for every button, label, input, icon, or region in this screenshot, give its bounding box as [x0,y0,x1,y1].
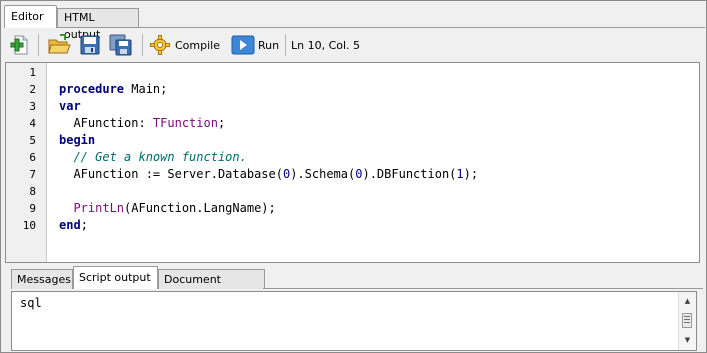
code-token: ; [217,116,226,130]
tab-divider [57,27,705,28]
code-token: Main; [124,82,168,96]
gear-icon [150,35,170,55]
code-line: AFunction: TFunction; [59,115,478,132]
run-button[interactable]: Run [231,33,279,57]
code-line: var [59,98,478,115]
play-icon [231,35,255,55]
code-line: begin [59,132,478,149]
code-token: AFunction := Server.Database( [59,167,283,181]
output-text: sql [20,296,42,310]
code-line: // Get a known function. [59,149,478,166]
code-token: // Get a known function. [59,150,247,164]
line-number: 7 [29,168,36,181]
scroll-down-icon[interactable]: ▼ [679,333,696,348]
line-number: 5 [29,134,36,147]
save-all-icon [109,34,132,56]
toolbar-separator [142,34,143,56]
line-number: 4 [29,117,36,130]
save-button[interactable] [79,33,101,57]
code-line: AFunction := Server.Database(0).Schema(0… [59,166,478,183]
toolbar-separator [285,34,286,56]
toolbar: Compile Run Ln 10, Col. 5 [5,29,704,61]
line-number: 1 [29,66,36,79]
open-button[interactable] [47,33,71,57]
line-number: 3 [29,100,36,113]
tab-messages[interactable]: Messages [11,269,73,289]
tab-script-output[interactable]: Script output [73,266,158,289]
code-editor[interactable]: 1 2 3 4 5 6 7 8 9 10 procedure Main; var AFunction… [5,62,700,263]
save-all-button[interactable] [109,33,133,57]
toolbar-separator [38,34,39,56]
cursor-position: Ln 10, Col. 5 [291,39,361,52]
tab-divider [263,288,703,289]
code-token: 1 [456,167,464,181]
code-token: begin [59,133,96,147]
code-token: PrintLn [73,201,125,215]
tab-document-settings[interactable]: Document settings [158,269,265,305]
line-number: 8 [29,185,36,198]
tab-editor[interactable]: Editor [4,5,57,28]
new-button[interactable] [9,33,31,57]
save-disk-icon [80,35,100,55]
script-output-panel[interactable]: sql ▲ ▼ [11,291,697,351]
code-token: ; [80,218,88,232]
code-token: var [59,99,81,113]
code-token: procedure [59,82,125,96]
tab-html-output[interactable]: HTML output [57,8,139,41]
line-number: 10 [22,219,36,232]
app-window: Editor HTML output Compile Run Ln 10, Co… [0,0,707,353]
compile-button[interactable]: Compile [148,33,220,57]
vertical-scrollbar[interactable]: ▲ ▼ [678,292,696,350]
scroll-up-icon[interactable]: ▲ [679,294,696,309]
code-token: ).Schema( [290,167,356,181]
code-token: end [59,218,81,232]
line-number: 2 [29,83,36,96]
code-token: TFunction [152,116,218,130]
compile-label: Compile [175,38,220,52]
open-folder-icon [48,34,71,54]
code-token: AFunction: [59,116,153,130]
line-number: 6 [29,151,36,164]
scroll-thumb[interactable] [682,313,692,328]
code-line: end; [59,217,478,234]
code-area[interactable]: procedure Main; var AFunction: TFunction;… [59,64,478,234]
code-token: ).DBFunction( [362,167,457,181]
code-token: (AFunction.LangName); [124,201,276,215]
add-document-icon [10,35,28,55]
code-line: PrintLn(AFunction.LangName); [59,200,478,217]
line-number-gutter: 1 2 3 4 5 6 7 8 9 10 [6,63,47,262]
code-line: procedure Main; [59,81,478,98]
line-number: 9 [29,202,36,215]
run-label: Run [258,38,280,52]
code-token: ); [463,167,479,181]
